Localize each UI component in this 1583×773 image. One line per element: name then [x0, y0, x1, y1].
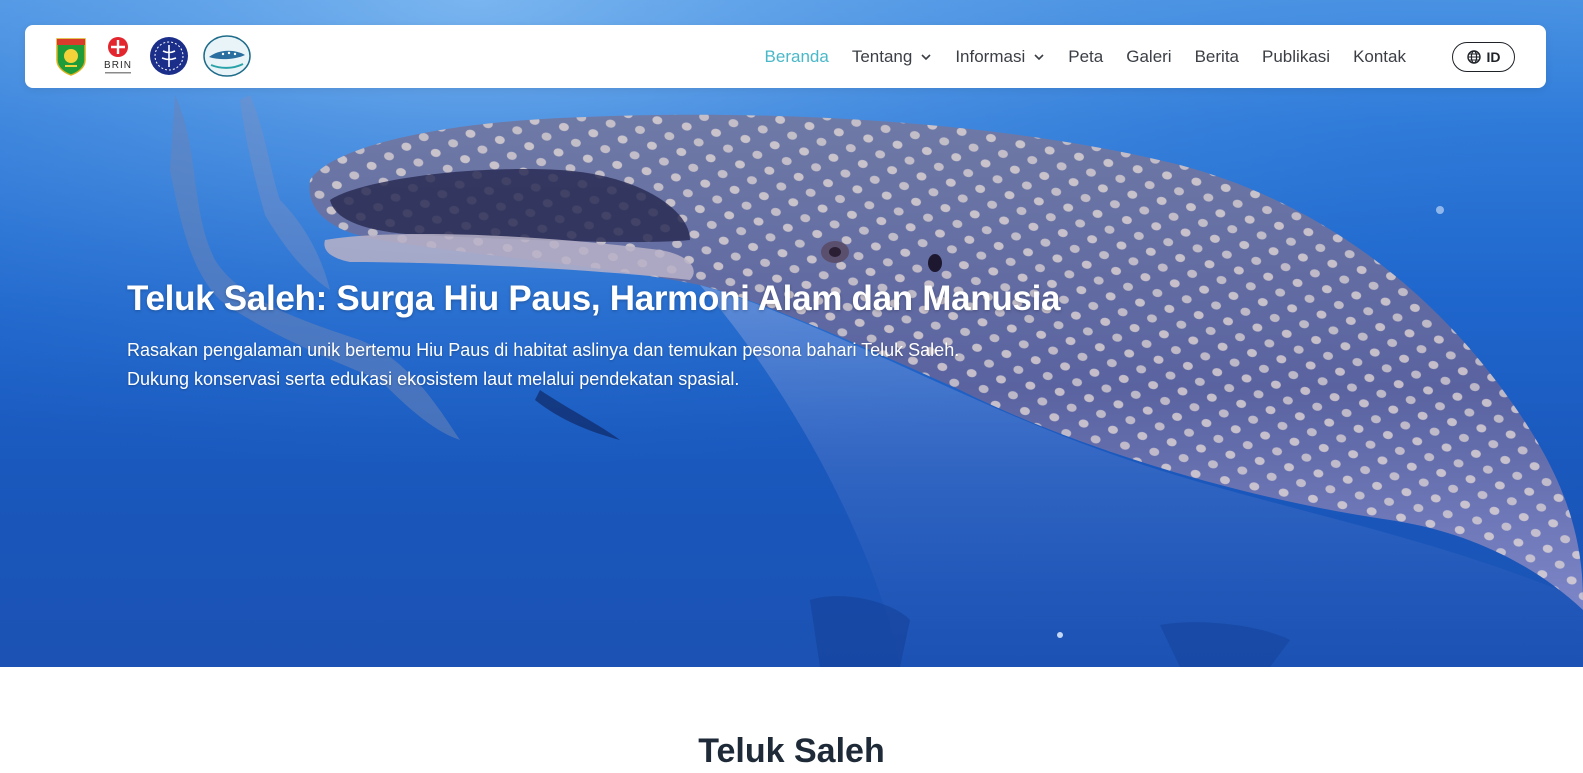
globe-icon: [1466, 50, 1481, 64]
nav-galeri-label: Galeri: [1126, 46, 1172, 66]
nav-tentang-label: Tentang: [851, 46, 913, 66]
nav-peta[interactable]: Peta: [1068, 47, 1103, 67]
chevron-down-icon: [1034, 53, 1044, 60]
svg-text:BRIN: BRIN: [104, 60, 132, 71]
nav-publikasi[interactable]: Publikasi: [1262, 47, 1330, 67]
nav-beranda[interactable]: Beranda: [765, 47, 829, 67]
nav-kontak[interactable]: Kontak: [1353, 47, 1406, 67]
nav-berita-label: Berita: [1194, 46, 1240, 66]
hero-subtitle: Rasakan pengalaman unik bertemu Hiu Paus…: [127, 336, 1077, 394]
main-menu: Beranda Tentang Informasi Peta Galeri Be…: [765, 25, 1406, 88]
section-title: Teluk Saleh: [698, 732, 885, 770]
hero-title: Teluk Saleh: Surga Hiu Paus, Harmoni Ala…: [127, 279, 1061, 318]
nav-tentang[interactable]: Tentang: [852, 47, 933, 67]
nav-informasi-label: Informasi: [955, 46, 1026, 66]
partner-logos: BRIN: [55, 35, 251, 77]
nav-berita[interactable]: Berita: [1195, 47, 1239, 67]
nav-informasi[interactable]: Informasi: [955, 47, 1045, 67]
brin-logo[interactable]: BRIN: [101, 35, 135, 77]
nav-peta-label: Peta: [1068, 46, 1104, 66]
teluk-saleh-logo[interactable]: [203, 35, 251, 77]
nav-kontak-label: Kontak: [1353, 46, 1406, 66]
chevron-down-icon: [921, 53, 931, 60]
nav-galeri[interactable]: Galeri: [1126, 47, 1171, 67]
top-navbar: BRIN Beranda Tentang Informasi Peta Gale…: [25, 25, 1546, 88]
nav-beranda-label: Beranda: [764, 46, 829, 66]
nav-publikasi-label: Publikasi: [1262, 46, 1331, 66]
language-label: ID: [1486, 49, 1501, 65]
hero-content: Teluk Saleh: Surga Hiu Paus, Harmoni Ala…: [127, 278, 1077, 394]
language-switch-button[interactable]: ID: [1452, 42, 1515, 72]
regency-emblem-logo[interactable]: [55, 36, 87, 76]
hero-subtitle-line-1: Rasakan pengalaman unik bertemu Hiu Paus…: [127, 340, 960, 360]
university-seal-logo[interactable]: [149, 36, 189, 76]
hero-subtitle-line-2: Dukung konservasi serta edukasi ekosiste…: [127, 369, 740, 389]
